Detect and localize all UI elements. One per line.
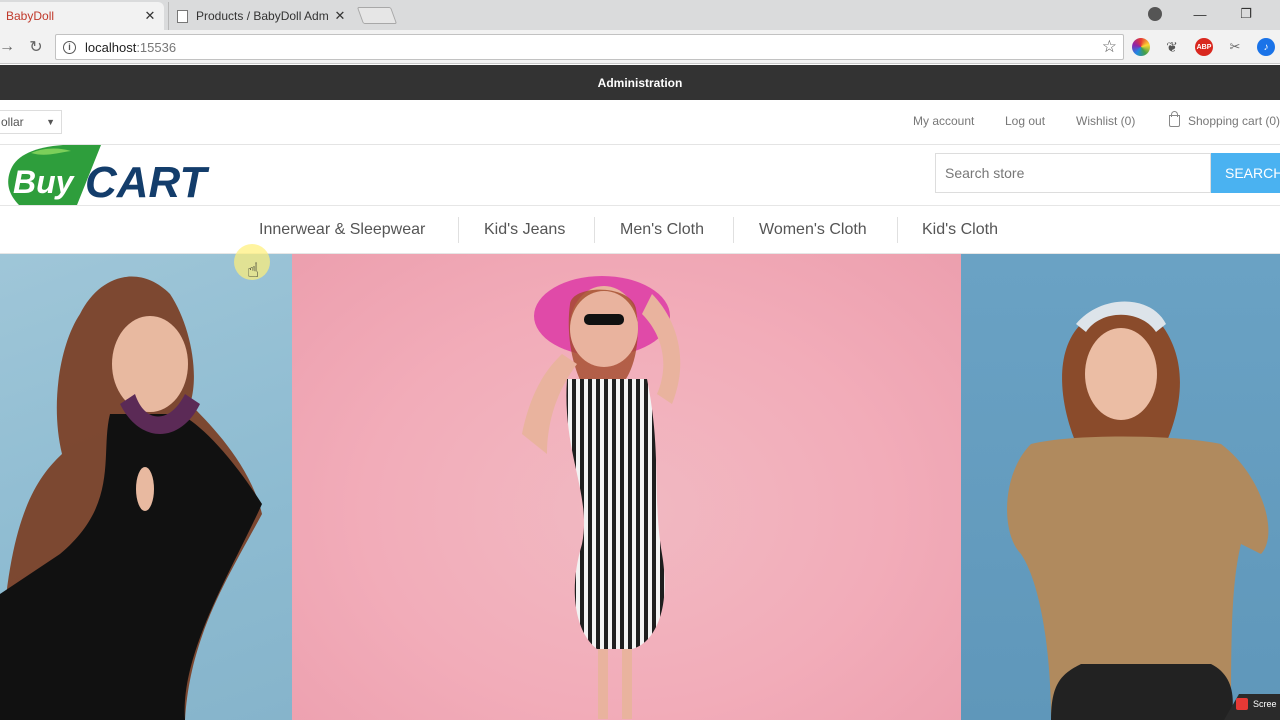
new-tab-button[interactable]: [356, 7, 398, 24]
tool-extension-icon[interactable]: ✂: [1226, 38, 1244, 56]
shopping-cart-link[interactable]: Shopping cart (0): [1169, 111, 1280, 128]
my-account-link[interactable]: My account: [913, 114, 974, 128]
menu-item-womens-cloth[interactable]: Women's Cloth: [759, 206, 867, 253]
blue-extension-icon[interactable]: ♪: [1257, 38, 1275, 56]
hero-banner[interactable]: [0, 254, 1280, 720]
shopping-cart-label: Shopping cart (0): [1188, 114, 1280, 128]
leaf-extension-icon[interactable]: ❦: [1163, 38, 1181, 56]
banner-panel-left: [0, 254, 292, 720]
browser-tab-active[interactable]: BabyDoll ✕: [0, 2, 164, 30]
browser-tabstrip: BabyDoll ✕ Products / BabyDoll Adm ✕ — ❐: [0, 0, 1280, 30]
menu-divider: [733, 217, 734, 243]
close-icon[interactable]: ✕: [332, 8, 348, 24]
currency-value: ollar: [1, 115, 24, 129]
banner-panel-right: [961, 254, 1280, 720]
tab-title: Products / BabyDoll Adm: [196, 9, 329, 23]
logo-text-cart: CART: [85, 158, 210, 205]
menu-item-kids-cloth[interactable]: Kid's Cloth: [922, 206, 998, 253]
category-menu: Innerwear & Sleepwear Kid's Jeans Men's …: [0, 205, 1280, 254]
woman-black-dress-image: [0, 276, 262, 720]
buycart-logo[interactable]: Buy CART: [5, 145, 227, 205]
logo-text-buy: Buy: [13, 164, 76, 200]
menu-item-innerwear[interactable]: Innerwear & Sleepwear: [259, 206, 425, 253]
color-extension-icon[interactable]: [1132, 38, 1150, 56]
url-host: localhost: [85, 39, 137, 55]
shopping-bag-icon: [1169, 111, 1180, 127]
hand-cursor-icon: ☝: [247, 260, 260, 282]
banner-panel-center: [292, 254, 961, 720]
menu-divider: [594, 217, 595, 243]
profile-icon[interactable]: [1133, 0, 1177, 28]
browser-toolbar: → ↻ i localhost:15536 ☆: [0, 30, 1280, 64]
browser-tab[interactable]: Products / BabyDoll Adm ✕: [168, 2, 354, 30]
header-links-bar: ollar ▼ My account Log out Wishlist (0) …: [0, 100, 1280, 145]
forward-icon[interactable]: →: [0, 36, 18, 58]
restore-icon[interactable]: ❐: [1224, 0, 1268, 28]
admin-bar: Administration: [0, 65, 1280, 100]
woman-tan-top-image: [1007, 301, 1269, 720]
address-bar[interactable]: i localhost:15536 ☆: [55, 34, 1124, 60]
currency-select[interactable]: ollar ▼: [0, 110, 62, 134]
wishlist-link[interactable]: Wishlist (0): [1076, 114, 1135, 128]
bookmark-star-icon[interactable]: ☆: [1102, 37, 1117, 57]
tab-title: BabyDoll: [6, 9, 55, 23]
reload-icon[interactable]: ↻: [25, 36, 47, 58]
administration-link[interactable]: Administration: [598, 76, 683, 90]
logout-link[interactable]: Log out: [1005, 114, 1045, 128]
document-icon: [177, 9, 188, 23]
search-input[interactable]: [935, 153, 1211, 193]
minimize-icon[interactable]: —: [1178, 0, 1222, 28]
chevron-down-icon: ▼: [46, 117, 55, 127]
menu-divider: [458, 217, 459, 243]
menu-divider: [897, 217, 898, 243]
search-button[interactable]: SEARCH: [1211, 153, 1280, 193]
woman-striped-dress-image: [522, 276, 681, 719]
adblock-icon[interactable]: ABP: [1195, 38, 1213, 56]
menu-item-mens-cloth[interactable]: Men's Cloth: [620, 206, 704, 253]
url-port: :15536: [136, 39, 177, 55]
close-icon[interactable]: ✕: [142, 8, 158, 24]
recorder-logo-icon: [1236, 698, 1248, 710]
info-icon[interactable]: i: [63, 40, 76, 54]
menu-item-kids-jeans[interactable]: Kid's Jeans: [484, 206, 565, 253]
recorder-watermark-label: Scree: [1236, 698, 1277, 710]
